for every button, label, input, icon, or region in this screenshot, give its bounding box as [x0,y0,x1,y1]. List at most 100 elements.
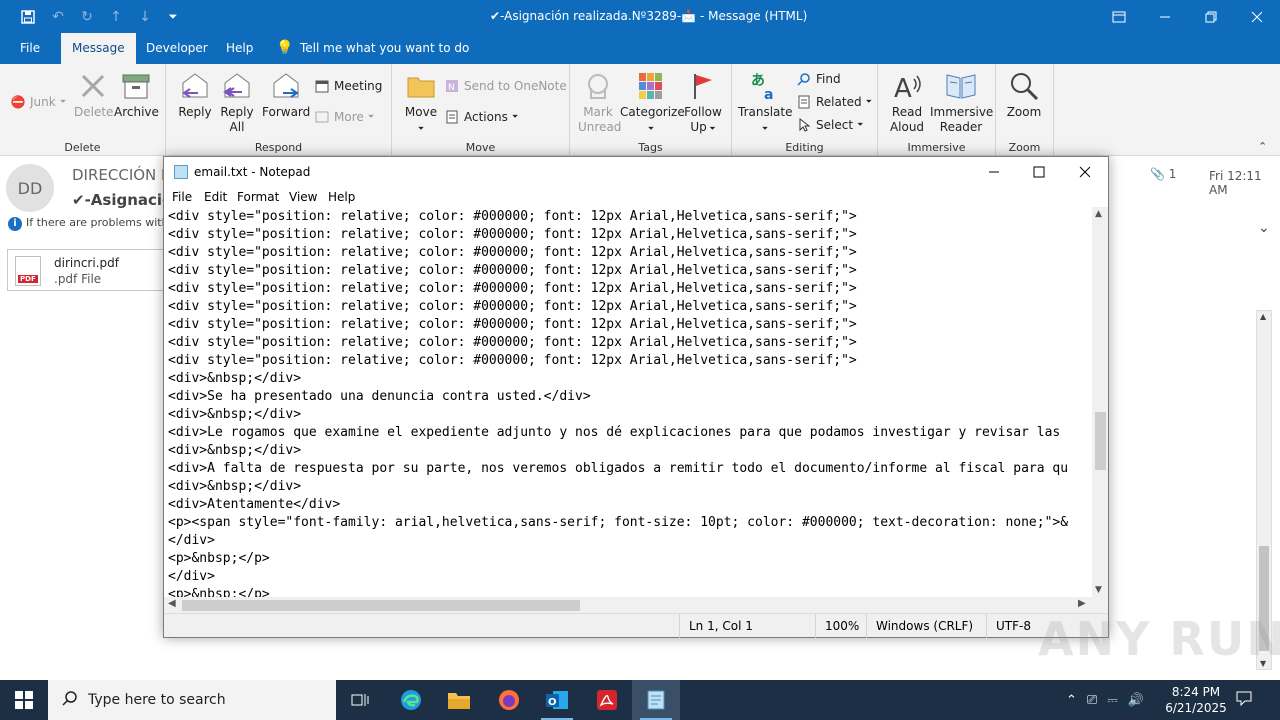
scroll-up-icon[interactable]: ▲ [1095,209,1102,219]
firefox-icon [499,690,519,710]
ribbon-display-options-icon[interactable] [1096,0,1142,33]
follow-up-button[interactable]: Follow Up ⏷ [684,70,722,136]
categorize-button[interactable]: Categorize ⏷ [620,70,685,136]
vertical-scroll-thumb[interactable] [1095,412,1106,470]
move-button[interactable]: Move ⏷ [402,70,440,136]
translate-button[interactable]: あa Translate ⏷ [738,70,793,136]
send-to-onenote-button[interactable]: N Send to OneNote [444,78,567,94]
firefox-app[interactable] [485,680,533,720]
notepad-line: <div>Le rogamos que examine el expedient… [168,425,1061,440]
notepad-minimize-button[interactable] [971,157,1017,187]
send-to-onenote-label: Send to OneNote [464,79,567,93]
status-zoom: 100% [815,614,859,638]
move-group: Move ⏷ N Send to OneNote Actions ⏷ Move [392,64,570,156]
menu-edit[interactable]: Edit [204,190,227,204]
paperclip-icon: 📎 [1150,167,1165,181]
task-view-button[interactable] [336,680,384,720]
scroll-down-icon[interactable]: ▼ [1095,585,1102,595]
notepad-close-button[interactable] [1062,157,1108,187]
menu-file[interactable]: File [172,190,192,204]
edge-icon [401,690,421,710]
select-button[interactable]: Select ⏷ [796,117,863,133]
attachment-card[interactable]: PDF dirincri.pdf .pdf File [7,249,177,291]
volume-icon[interactable]: 🔊 [1128,693,1144,708]
meet-now-icon[interactable]: ⎚ [1087,693,1097,708]
expand-header-icon[interactable]: ⌄ [1258,220,1270,236]
menu-help[interactable]: Help [328,190,355,204]
tab-developer[interactable]: Developer [135,33,219,64]
notepad-title-bar[interactable]: email.txt - Notepad [164,157,1108,187]
svg-text:O: O [548,697,557,708]
chevron-up-icon[interactable]: ⌃ [1066,693,1077,708]
sender-name[interactable]: DIRECCIÓN D [72,166,173,184]
find-icon [796,71,812,87]
notepad-line: </div> [168,533,215,548]
restore-button[interactable] [1188,0,1234,33]
reply-button[interactable]: Reply [176,70,214,120]
notepad-app[interactable] [632,680,680,720]
start-button[interactable] [0,680,48,720]
notification-icon[interactable] [1236,690,1252,710]
system-tray: ⌃ ⎚ ⎓ 🔊 [1066,680,1144,720]
tab-message[interactable]: Message [61,33,136,64]
minimize-button[interactable] [1142,0,1188,33]
collapse-ribbon-icon[interactable]: ⌃ [1258,140,1267,153]
edge-app[interactable] [387,680,435,720]
immersive-reader-button[interactable]: Immersive Reader [930,70,993,135]
taskbar-clock[interactable]: 8:24 PM 6/21/2025 [1160,684,1232,716]
mark-unread-button[interactable]: Mark Unread [578,70,621,135]
notepad-vertical-scrollbar[interactable]: ▲ ▼ [1092,207,1108,597]
find-label: Find [816,72,841,86]
related-button[interactable]: Related ⏷ [796,94,872,110]
menu-view[interactable]: View [289,190,317,204]
notepad-horizontal-scrollbar[interactable]: ◀ ▶ [164,597,1092,613]
customize-toolbar-icon[interactable]: ⏷ [163,7,183,27]
menu-format[interactable]: Format [237,190,279,204]
find-button[interactable]: Find [796,71,841,87]
notepad-text-area[interactable]: <div style="position: relative; color: #… [164,207,1092,597]
more-respond-button[interactable]: More ⏷ [314,109,374,125]
acrobat-icon [597,690,617,710]
horizontal-scroll-thumb[interactable] [182,600,580,611]
save-icon[interactable] [18,7,38,27]
down-arrow-icon[interactable]: ↓ [135,7,155,27]
info-bar[interactable]: i If there are problems with [8,216,169,231]
status-position: Ln 1, Col 1 [679,614,753,638]
redo-icon[interactable]: ↻ [77,7,97,27]
scroll-left-icon[interactable]: ◀ [168,598,176,609]
acrobat-app[interactable] [583,680,631,720]
notepad-line: </div> [168,569,215,584]
clock-time: 8:24 PM [1171,685,1221,699]
undo-icon[interactable]: ↶ [48,7,68,27]
scroll-up-icon[interactable]: ▲ [1260,312,1266,321]
tell-me-search[interactable]: 💡 Tell me what you want to do [276,33,469,64]
notepad-title: email.txt - Notepad [194,165,311,179]
junk-button[interactable]: ⛔ Junk ⏷ [10,94,67,110]
search-input[interactable] [88,680,328,720]
info-bar-text: If there are problems with [26,216,169,229]
respond-group: Reply Reply All Forward Meeting More ⏷ Re… [166,64,392,156]
zoom-button[interactable]: Zoom [1004,70,1044,120]
tab-file[interactable]: File [9,33,51,64]
close-button[interactable] [1234,0,1280,33]
archive-button[interactable]: Archive [114,70,159,120]
tab-help[interactable]: Help [215,33,264,64]
actions-button[interactable]: Actions ⏷ [444,109,518,125]
up-arrow-icon[interactable]: ↑ [106,7,126,27]
taskbar-search[interactable] [48,680,336,720]
network-icon[interactable]: ⎓ [1107,693,1117,708]
meeting-button[interactable]: Meeting [314,78,382,94]
attachment-count-value: 1 [1168,167,1177,181]
forward-button[interactable]: Forward [262,70,310,120]
scroll-right-icon[interactable]: ▶ [1078,598,1086,609]
attachment-count: 📎 1 [1150,167,1176,181]
notepad-line: <div>&nbsp;</div> [168,479,302,494]
categorize-icon [635,70,667,102]
delete-button[interactable]: Delete [74,70,113,120]
outlook-app[interactable]: O [533,680,581,720]
notepad-maximize-button[interactable] [1016,157,1062,187]
file-explorer-app[interactable] [435,680,483,720]
reply-all-button[interactable]: Reply All [218,70,256,135]
move-group-label: Move [465,141,496,154]
read-aloud-button[interactable]: A Read Aloud [886,70,928,135]
